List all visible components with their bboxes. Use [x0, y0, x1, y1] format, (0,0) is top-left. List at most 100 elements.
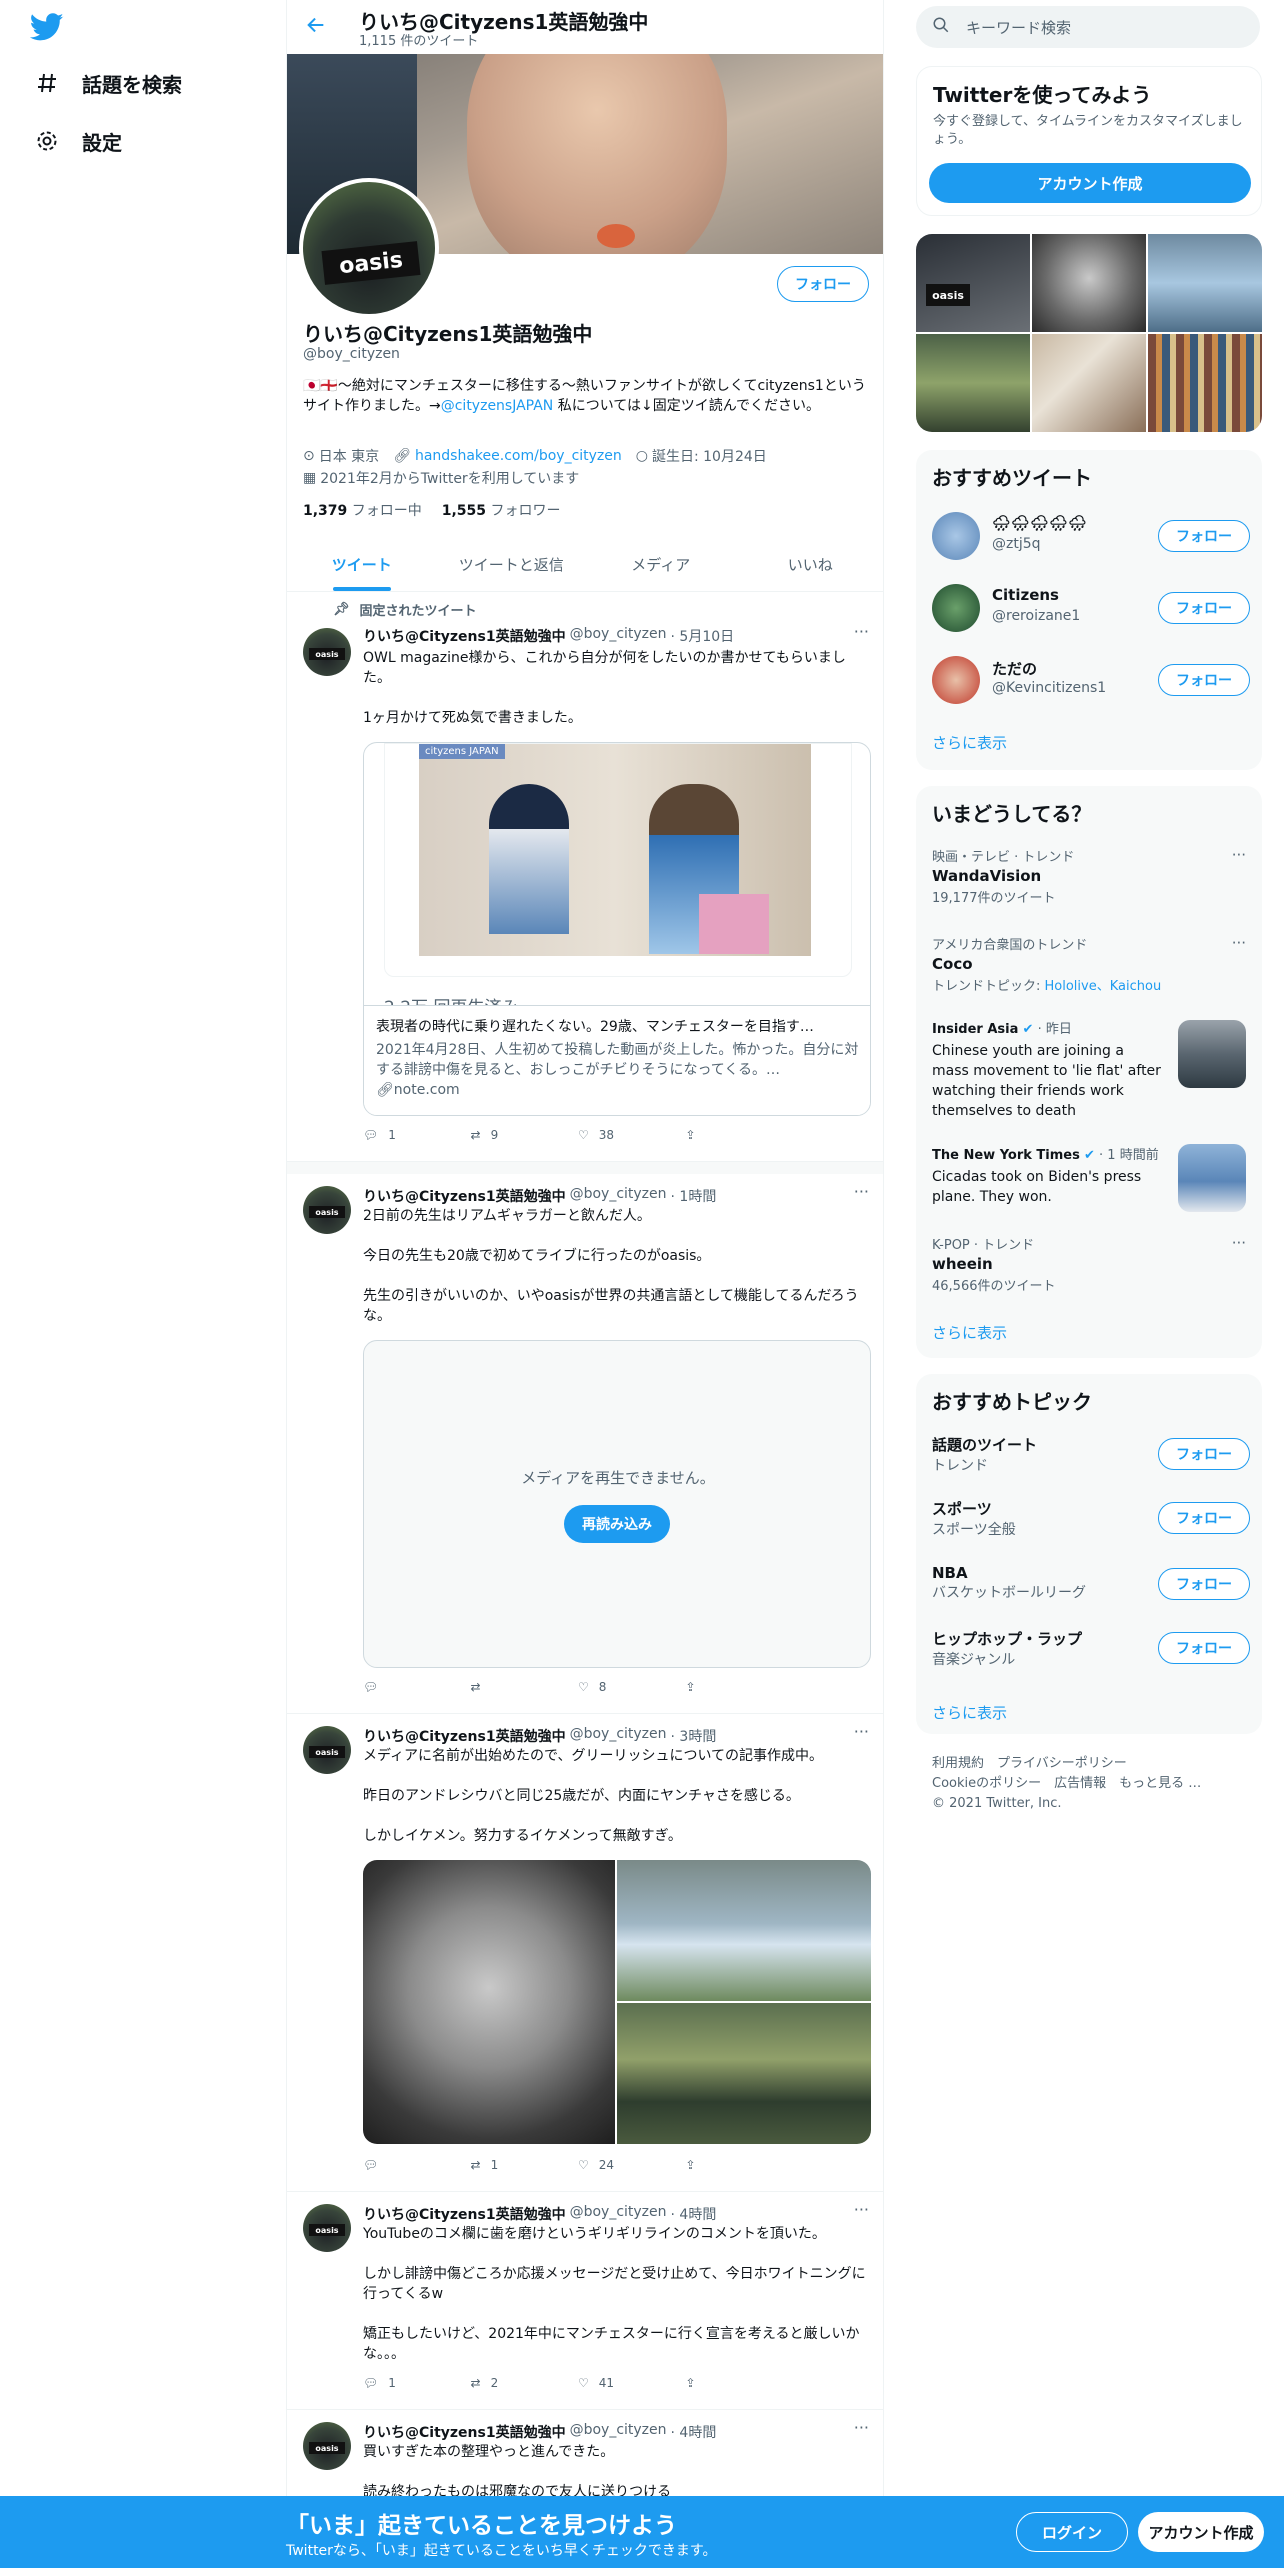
retweet-button[interactable]: ⇄ 2	[471, 2376, 579, 2390]
more-icon[interactable]: ···	[1232, 1234, 1246, 1252]
follow-button[interactable]: フォロー	[1158, 1632, 1250, 1664]
follow-button[interactable]: フォロー	[1158, 1502, 1250, 1534]
photo-3[interactable]	[617, 2003, 871, 2144]
more-icon[interactable]: ···	[854, 2200, 869, 2219]
tweet[interactable]: oasis りいち@Cityzens1英語勉強中 @boy_cityzen · 3時…	[287, 1714, 883, 2192]
followers-count[interactable]: 1,555 フォロワー	[442, 500, 561, 520]
tab-likes[interactable]: いいね	[736, 538, 884, 591]
rec-user[interactable]: 🌧🌧🌧🌧🌧 @ztj5q フォロー	[932, 508, 1250, 564]
trend-item[interactable]: アメリカ合衆国のトレンド Coco トレンドトピック: Hololive、Kai…	[932, 934, 1246, 994]
rec-user[interactable]: Citizens @reroizane1 フォロー	[932, 580, 1250, 636]
media-thumb[interactable]	[1032, 334, 1146, 432]
more-icon[interactable]: ···	[854, 1182, 869, 1201]
follow-button[interactable]: フォロー	[1158, 1438, 1250, 1470]
follow-button[interactable]: フォロー	[1158, 1568, 1250, 1600]
more-icon[interactable]: ···	[854, 622, 869, 641]
more-icon[interactable]: ···	[1232, 934, 1246, 952]
follow-button[interactable]: フォロー	[1158, 592, 1250, 624]
rec-user-avatar[interactable]	[932, 512, 980, 560]
news-item[interactable]: The New York Times ✔ · 1 時間前 Cicadas too…	[932, 1144, 1246, 1220]
show-more-link[interactable]: さらに表示	[932, 732, 1007, 753]
footer-ads[interactable]: 広告情報	[1054, 1776, 1106, 1791]
like-button[interactable]: ♡ 38	[578, 1128, 686, 1142]
back-arrow-icon[interactable]	[305, 14, 331, 40]
news-item[interactable]: Insider Asia ✔ · 昨日 Chinese youth are jo…	[932, 1018, 1246, 1128]
reply-button[interactable]: 💬︎ 1	[363, 1128, 471, 1142]
tab-media[interactable]: メディア	[586, 538, 736, 591]
topic-item[interactable]: NBA バスケットボールリーグ フォロー	[932, 1564, 1250, 1608]
tab-tweets[interactable]: ツイート	[287, 538, 437, 591]
news-thumbnail[interactable]	[1178, 1020, 1246, 1088]
twitter-logo-icon[interactable]	[29, 10, 64, 44]
media-thumb[interactable]	[1148, 334, 1262, 432]
signup-title: Twitterを使ってみよう	[933, 83, 1152, 107]
more-icon[interactable]: ···	[854, 1722, 869, 1741]
follow-button[interactable]: フォロー	[1158, 664, 1250, 696]
share-button[interactable]: ⇪	[686, 2376, 794, 2390]
trend-item[interactable]: K-POP · トレンド wheein 46,566件のツイート ···	[932, 1234, 1246, 1294]
footer-cookie[interactable]: Cookieのポリシー	[932, 1776, 1041, 1791]
profile-avatar[interactable]: oasis	[299, 178, 439, 318]
media-thumb[interactable]	[1148, 234, 1262, 332]
retweet-button[interactable]: ⇄ 1	[471, 2158, 579, 2172]
photo-1[interactable]	[363, 1860, 615, 2144]
reply-button[interactable]: 💬︎ 1	[363, 2376, 471, 2390]
footer-more[interactable]: もっと見る …	[1119, 1776, 1201, 1791]
nav-explore[interactable]: 話題を検索	[34, 66, 182, 100]
media-thumb[interactable]: oasis	[916, 234, 1030, 332]
topic-item[interactable]: ヒップホップ・ラップ 音楽ジャンル フォロー	[932, 1628, 1250, 1672]
share-button[interactable]: ⇪	[686, 2158, 794, 2172]
bio-mention-link[interactable]: @cityzensJAPAN	[441, 398, 554, 414]
retweet-button[interactable]: ⇄	[471, 1680, 579, 1694]
topic-item[interactable]: スポーツ スポーツ全般 フォロー	[932, 1498, 1250, 1542]
tweet-avatar[interactable]: oasis	[303, 2422, 351, 2470]
rec-user[interactable]: ただの @Kevincitizens1 フォロー	[932, 652, 1250, 708]
rec-user-avatar[interactable]	[932, 656, 980, 704]
like-button[interactable]: ♡ 41	[578, 2376, 686, 2390]
topic-item[interactable]: 話題のツイート トレンド フォロー	[932, 1434, 1250, 1478]
more-icon[interactable]: ···	[854, 2418, 869, 2437]
media-thumb[interactable]	[1032, 234, 1146, 332]
show-more-link[interactable]: さらに表示	[932, 1322, 1007, 1343]
link-card[interactable]: cityzens JAPAN 2.2万 回再生済み 表現者の時代に乗り遅れたくな…	[363, 742, 871, 1116]
like-button[interactable]: ♡ 24	[578, 2158, 686, 2172]
signup-button[interactable]: アカウント作成	[1138, 2512, 1264, 2552]
reply-button[interactable]: 💬︎	[363, 2158, 471, 2172]
show-more-link[interactable]: さらに表示	[932, 1702, 1007, 1723]
login-button[interactable]: ログイン	[1016, 2512, 1128, 2552]
search-box[interactable]: キーワード検索	[916, 6, 1260, 48]
news-thumbnail[interactable]	[1178, 1144, 1246, 1212]
media-thumb[interactable]	[916, 334, 1030, 432]
rec-user-avatar[interactable]	[932, 584, 980, 632]
follow-button[interactable]: フォロー	[1158, 520, 1250, 552]
photo-2[interactable]	[617, 1860, 871, 2001]
tweet-avatar[interactable]: oasis	[303, 1186, 351, 1234]
tab-tweets-replies[interactable]: ツイートと返信	[437, 538, 587, 591]
reply-button[interactable]: 💬︎	[363, 1680, 471, 1694]
tweet-avatar[interactable]: oasis	[303, 628, 351, 676]
video-preview[interactable]: cityzens JAPAN	[384, 743, 852, 977]
tweet[interactable]: oasis りいち@Cityzens1英語勉強中 @boy_cityzen · 5月…	[287, 592, 883, 1162]
trend-topic-links[interactable]: Hololive、Kaichou	[1045, 979, 1162, 994]
reply-icon: 💬︎	[363, 1128, 379, 1142]
reload-button[interactable]: 再読み込み	[564, 1505, 670, 1543]
footer-privacy[interactable]: プライバシーポリシー	[997, 1756, 1127, 1771]
nav-settings[interactable]: 設定	[34, 124, 122, 158]
tweet[interactable]: oasis りいち@Cityzens1英語勉強中 @boy_cityzen · 1時…	[287, 1174, 883, 1714]
trend-item[interactable]: 映画・テレビ · トレンド WandaVision 19,177件のツイート ·…	[932, 846, 1246, 906]
share-button[interactable]: ⇪	[686, 1128, 794, 1142]
tweet[interactable]: oasis りいち@Cityzens1英語勉強中 @boy_cityzen · 4時…	[287, 2192, 883, 2410]
like-button[interactable]: ♡ 8	[578, 1680, 686, 1694]
reply-icon: 💬︎	[363, 1680, 379, 1694]
profile-follow-button[interactable]: フォロー	[777, 266, 869, 302]
footer-terms[interactable]: 利用規約	[932, 1756, 984, 1771]
following-count[interactable]: 1,379 フォロー中	[303, 500, 422, 520]
retweet-button[interactable]: ⇄ 9	[471, 1128, 579, 1142]
profile-url[interactable]: 🔗︎ handshakee.com/boy_cityzen	[393, 448, 622, 464]
tweet-avatar[interactable]: oasis	[303, 1726, 351, 1774]
tweet-text: YouTubeのコメ欄に歯を磨けというギリギリラインのコメントを頂いた。 しかし…	[363, 2226, 866, 2362]
share-button[interactable]: ⇪	[686, 1680, 794, 1694]
signup-button[interactable]: アカウント作成	[929, 163, 1251, 203]
tweet-avatar[interactable]: oasis	[303, 2204, 351, 2252]
more-icon[interactable]: ···	[1232, 846, 1246, 864]
